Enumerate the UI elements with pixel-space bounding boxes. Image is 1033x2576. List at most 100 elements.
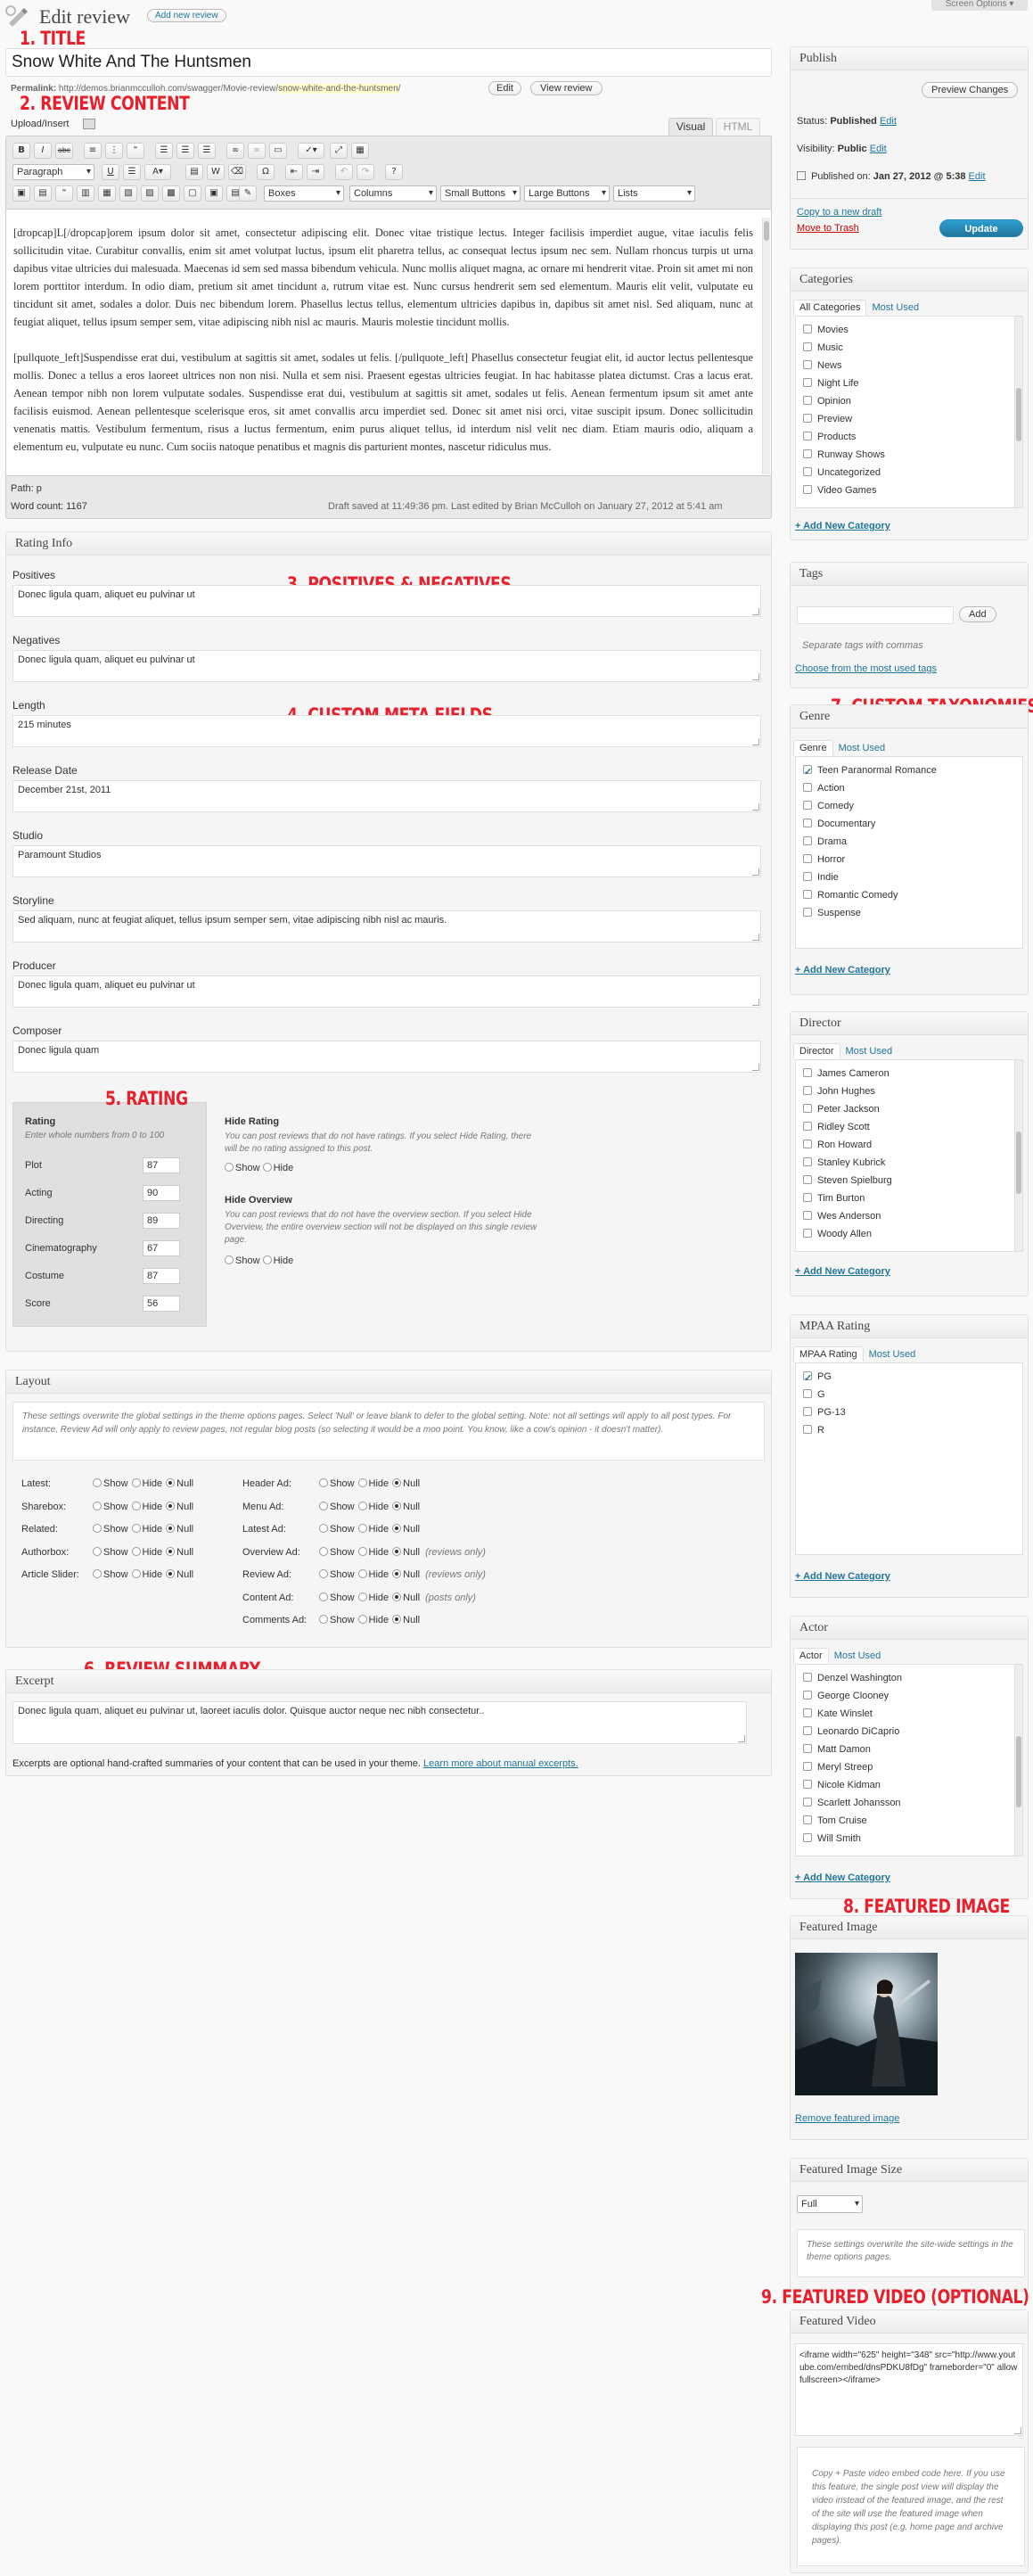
upload-media-icon[interactable]	[83, 119, 95, 129]
taxonomy-checkbox[interactable]	[803, 1389, 812, 1398]
layout-show-radio[interactable]	[93, 1546, 102, 1556]
director-scrollbar[interactable]	[1014, 1060, 1022, 1251]
director-add-link[interactable]: + Add New Category	[795, 1266, 890, 1277]
taxonomy-checkbox[interactable]	[803, 414, 812, 423]
taxonomy-item[interactable]: Matt Damon	[796, 1741, 1022, 1758]
paste-text-button[interactable]: ▤	[185, 164, 203, 180]
layout-show-radio[interactable]	[319, 1615, 328, 1624]
taxonomy-item[interactable]: Opinion	[796, 392, 1022, 410]
kitchen-sink-button[interactable]: ▦	[351, 143, 369, 159]
taxonomy-item[interactable]: Horror	[796, 851, 1022, 868]
mpaa-add-link[interactable]: + Add New Category	[795, 1571, 890, 1582]
meta-field-textarea[interactable]: December 21st, 2011	[12, 780, 761, 812]
excerpt-title[interactable]: Excerpt	[6, 1670, 771, 1693]
mpaa-title[interactable]: MPAA Rating	[791, 1315, 1028, 1338]
large-buttons-select[interactable]: Large Buttons	[524, 185, 610, 202]
special-char-button[interactable]: Ω	[257, 164, 275, 180]
layout-show-radio[interactable]	[93, 1478, 102, 1487]
format-select[interactable]: Paragraph	[12, 164, 94, 180]
tab-all-categories[interactable]: All Categories	[793, 300, 867, 316]
taxonomy-item[interactable]: R	[796, 1421, 1022, 1439]
layout-null-radio[interactable]	[392, 1592, 402, 1601]
layout-show-radio[interactable]	[93, 1524, 102, 1533]
taxonomy-item[interactable]: Documentary	[796, 815, 1022, 833]
taxonomy-checkbox[interactable]	[803, 801, 812, 810]
shortcode-2-icon[interactable]: ▤	[34, 185, 52, 202]
layout-hide-radio[interactable]	[357, 1478, 367, 1487]
taxonomy-checkbox[interactable]	[803, 1708, 812, 1717]
layout-null-radio[interactable]	[392, 1615, 402, 1624]
taxonomy-item[interactable]: Comedy	[796, 797, 1022, 815]
tab-most-used[interactable]: Most Used	[840, 1044, 898, 1058]
editor-content[interactable]: [dropcap]L[/dropcap]orem ipsum dolor sit…	[6, 209, 771, 476]
taxonomy-checkbox[interactable]	[803, 1691, 812, 1700]
rating-input[interactable]: 67	[143, 1240, 180, 1256]
director-title[interactable]: Director	[791, 1012, 1028, 1035]
shortcode-7-icon[interactable]: ▩	[162, 185, 180, 202]
image-size-select[interactable]: Full	[797, 2195, 863, 2213]
taxonomy-checkbox[interactable]	[803, 1833, 812, 1842]
tags-title[interactable]: Tags	[791, 563, 1028, 586]
undo-button[interactable]: ↶	[335, 164, 353, 180]
edit-status-link[interactable]: Edit	[880, 116, 897, 127]
taxonomy-checkbox[interactable]	[803, 1425, 812, 1434]
taxonomy-item[interactable]: James Cameron	[796, 1065, 1022, 1082]
taxonomy-checkbox[interactable]	[803, 1229, 812, 1238]
categories-title[interactable]: Categories	[791, 268, 1028, 292]
taxonomy-item[interactable]: Wes Anderson	[796, 1207, 1022, 1225]
categories-add-link[interactable]: + Add New Category	[795, 521, 890, 531]
underline-button[interactable]: U	[102, 164, 119, 180]
taxonomy-checkbox[interactable]	[803, 1780, 812, 1789]
layout-null-radio[interactable]	[392, 1569, 402, 1578]
taxonomy-checkbox[interactable]	[803, 449, 812, 458]
layout-hide-radio[interactable]	[131, 1524, 141, 1533]
layout-null-radio[interactable]	[392, 1478, 402, 1487]
meta-field-textarea[interactable]: Donec ligula quam, aliquet eu pulvinar u…	[12, 975, 761, 1008]
edit-visibility-link[interactable]: Edit	[870, 144, 887, 154]
shortcode-9-icon[interactable]: ▣	[205, 185, 223, 202]
remove-featured-image-link[interactable]: Remove featured image	[795, 2113, 899, 2124]
view-review-button[interactable]: View review	[530, 81, 603, 95]
shortcode-6-icon[interactable]: ▨	[141, 185, 159, 202]
align-center-button[interactable]: ☰	[176, 143, 194, 159]
taxonomy-item[interactable]: PG	[796, 1368, 1022, 1387]
layout-show-radio[interactable]	[93, 1501, 102, 1510]
align-left-button[interactable]: ☰	[155, 143, 173, 159]
taxonomy-item[interactable]: George Clooney	[796, 1687, 1022, 1705]
shortcode-quote-icon[interactable]: “	[55, 185, 73, 202]
link-button[interactable]: ∞	[226, 143, 244, 159]
shortcode-1-icon[interactable]: ▣	[12, 185, 30, 202]
move-to-trash-link[interactable]: Move to Trash	[797, 223, 859, 234]
layout-null-radio[interactable]	[166, 1524, 176, 1533]
taxonomy-checkbox[interactable]	[803, 1370, 812, 1387]
layout-hide-radio[interactable]	[357, 1592, 367, 1601]
featured-image-size-title[interactable]: Featured Image Size	[791, 2159, 1028, 2182]
taxonomy-item[interactable]: Teen Paranormal Romance	[796, 761, 1022, 781]
taxonomy-checkbox[interactable]	[803, 378, 812, 387]
taxonomy-item[interactable]: Movies	[796, 321, 1022, 339]
taxonomy-item[interactable]: Woody Allen	[796, 1225, 1022, 1243]
hide-rating-show-radio[interactable]	[225, 1163, 234, 1172]
taxonomy-checkbox[interactable]	[803, 836, 812, 845]
layout-hide-radio[interactable]	[131, 1546, 141, 1556]
taxonomy-item[interactable]: G	[796, 1386, 1022, 1403]
taxonomy-checkbox[interactable]	[803, 1211, 812, 1220]
meta-field-textarea[interactable]: Sed aliquam, nunc at feugiat aliquet, te…	[12, 910, 761, 942]
actor-title[interactable]: Actor	[791, 1617, 1028, 1640]
layout-hide-radio[interactable]	[357, 1501, 367, 1510]
layout-show-radio[interactable]	[93, 1569, 102, 1578]
shortcode-8-icon[interactable]: ▢	[184, 185, 201, 202]
tab-most-used[interactable]: Most Used	[864, 1347, 922, 1362]
tab-most-used[interactable]: Most Used	[833, 741, 891, 755]
taxonomy-checkbox[interactable]	[803, 1798, 812, 1806]
taxonomy-item[interactable]: Tim Burton	[796, 1189, 1022, 1207]
permalink-slug[interactable]: snow-white-and-the-huntsmen	[278, 84, 398, 94]
bullet-list-button[interactable]: ≡	[84, 143, 102, 159]
layout-hide-radio[interactable]	[357, 1546, 367, 1556]
hide-rating-hide-radio[interactable]	[262, 1163, 272, 1172]
layout-show-radio[interactable]	[319, 1524, 328, 1533]
redo-button[interactable]: ↷	[357, 164, 374, 180]
layout-hide-radio[interactable]	[131, 1478, 141, 1487]
layout-hide-radio[interactable]	[357, 1615, 367, 1624]
layout-hide-radio[interactable]	[131, 1501, 141, 1510]
